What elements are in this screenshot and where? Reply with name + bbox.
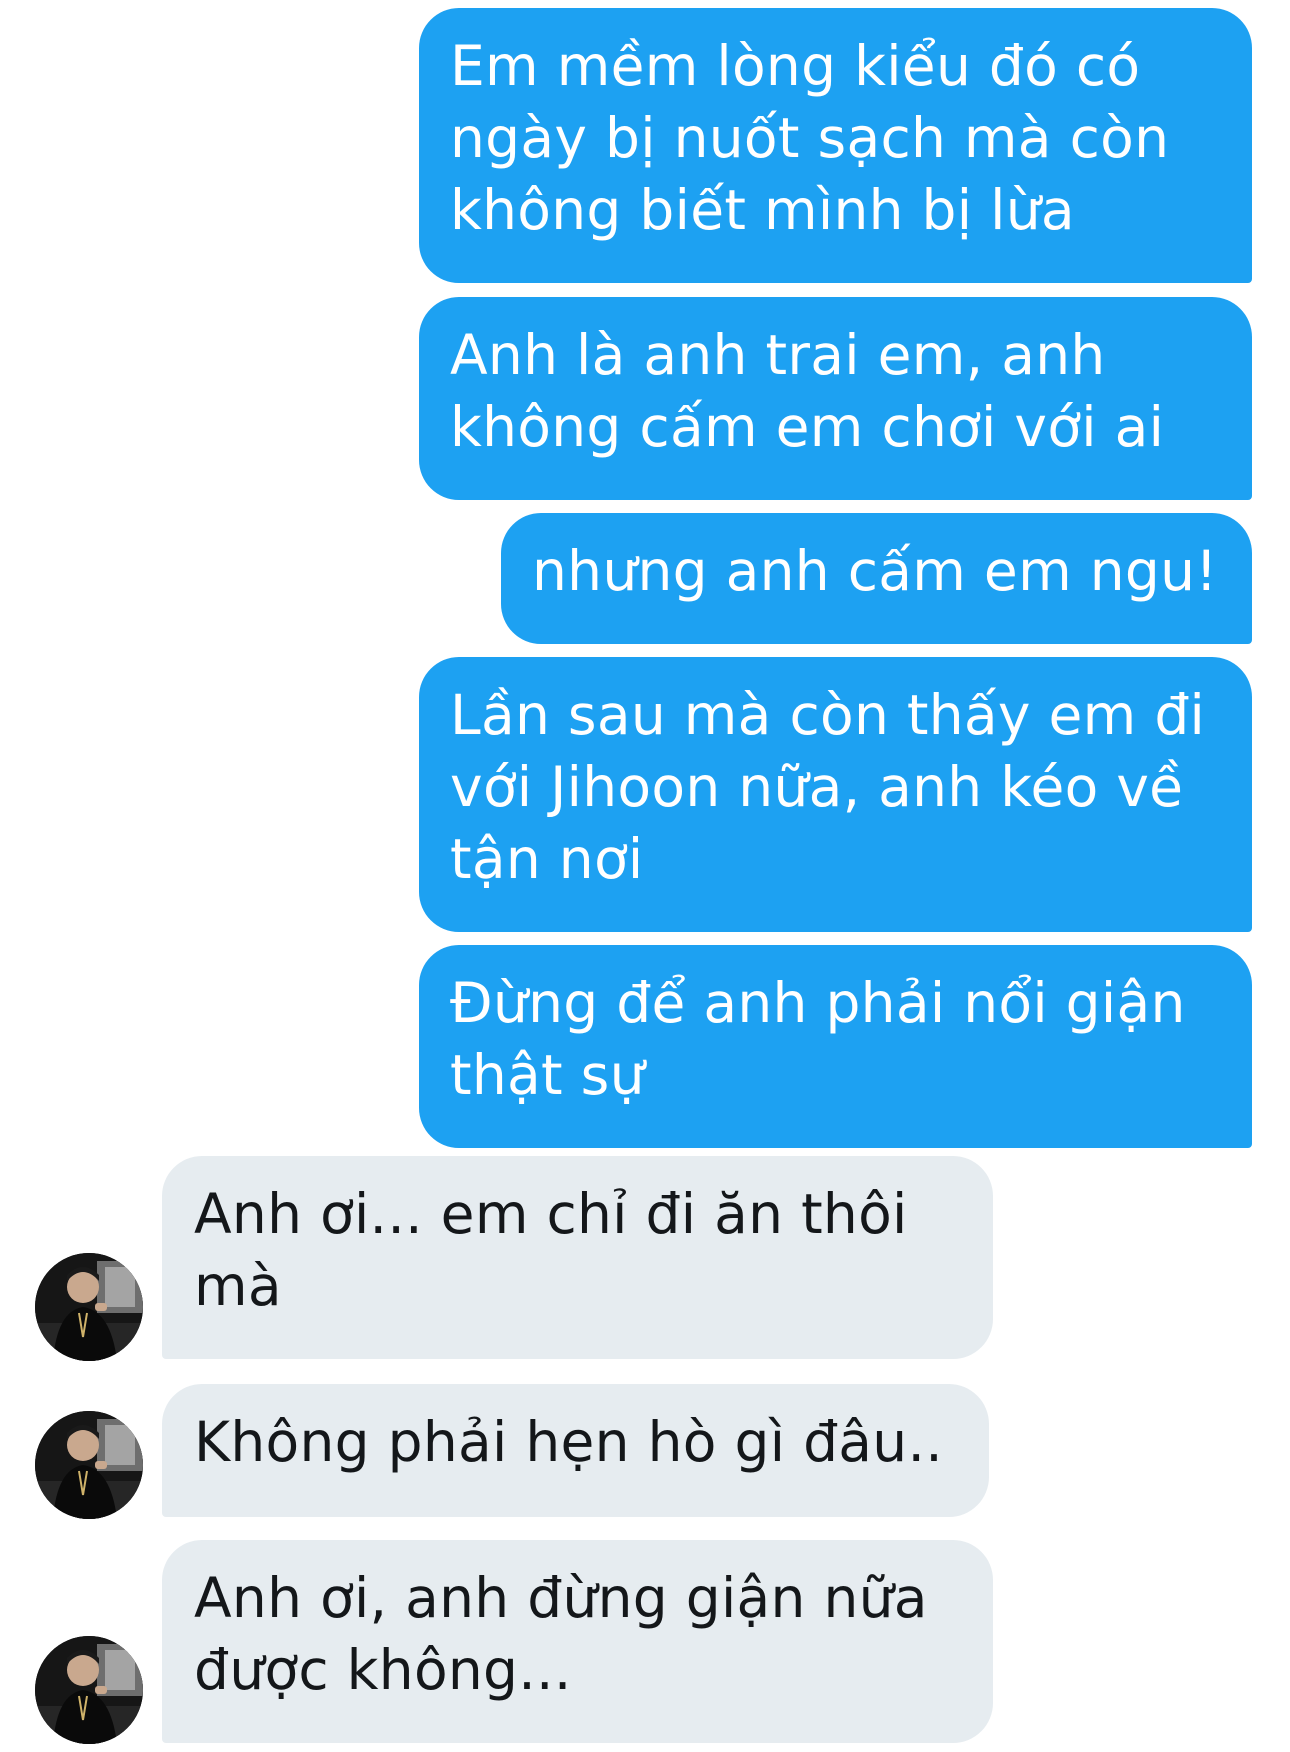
sent-message-bubble[interactable]: nhưng anh cấm em ngu! xyxy=(501,513,1252,644)
received-message-bubble[interactable]: Không phải hẹn hò gì đâu.. xyxy=(162,1384,989,1517)
sent-message-bubble[interactable]: Em mềm lòng kiểu đó có ngày bị nuốt sạch… xyxy=(419,8,1252,283)
sent-message-bubble[interactable]: Đừng để anh phải nổi giận thật sự xyxy=(419,945,1252,1148)
profile-photo-icon[interactable] xyxy=(35,1253,143,1361)
sent-message-bubble[interactable]: Anh là anh trai em, anh không cấm em chơ… xyxy=(419,297,1252,500)
profile-photo-icon[interactable] xyxy=(35,1636,143,1744)
profile-photo-icon[interactable] xyxy=(35,1411,143,1519)
received-message-bubble[interactable]: Anh ơi... em chỉ đi ăn thôi mà xyxy=(162,1156,993,1359)
sent-message-bubble[interactable]: Lần sau mà còn thấy em đi với Jihoon nữa… xyxy=(419,657,1252,932)
received-message-bubble[interactable]: Anh ơi, anh đừng giận nữa được không... xyxy=(162,1540,993,1743)
